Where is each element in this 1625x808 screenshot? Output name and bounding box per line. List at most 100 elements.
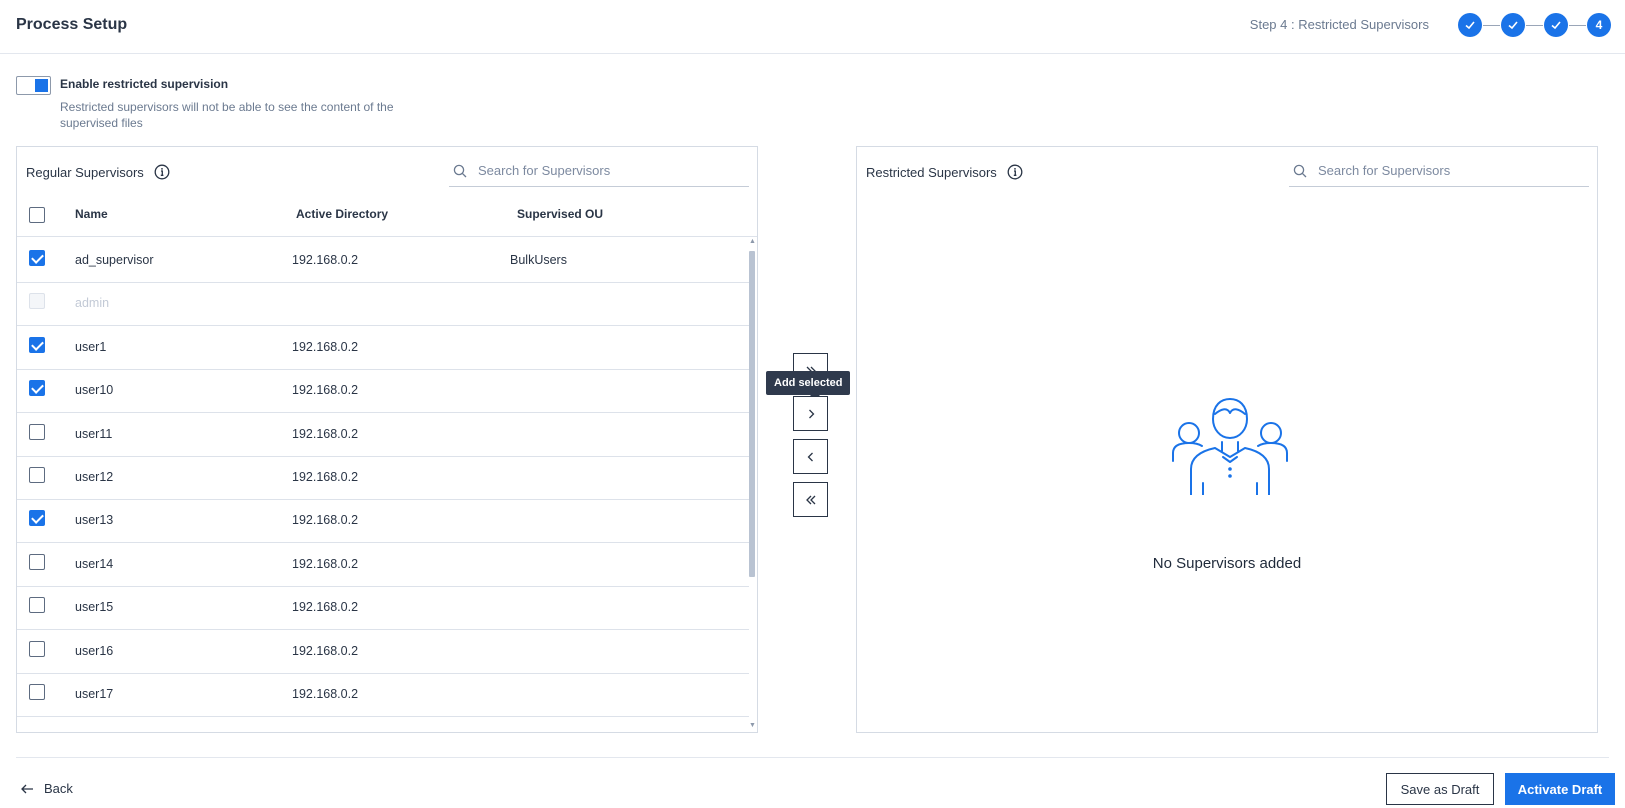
chevron-right-icon <box>808 409 814 418</box>
column-supervised-ou: Supervised OU <box>517 207 604 221</box>
row-name: ad_supervisor <box>75 253 154 267</box>
row-name: user1 <box>75 339 107 354</box>
chevron-left-icon <box>807 452 813 461</box>
restricted-search-input[interactable] <box>1318 163 1568 178</box>
info-icon[interactable] <box>1007 164 1023 180</box>
row-active-directory: 192.168.0.2 <box>292 513 359 528</box>
table-row[interactable]: user15 192.168.0.2 <box>17 585 749 631</box>
scroll-down-arrow[interactable]: ▼ <box>749 722 756 729</box>
row-active-directory: 192.168.0.2 <box>292 600 359 615</box>
search-icon <box>453 164 467 177</box>
row-active-directory: 192.168.0.2 <box>292 687 359 701</box>
add-selected-tooltip: Add selected <box>766 371 851 400</box>
step-label: Step 4 : Restricted Supervisors <box>1249 17 1429 32</box>
table-row[interactable]: ad_supervisor 192.168.0.2 BulkUsers <box>17 238 749 283</box>
table-header: Name Active Directory Supervised OU <box>17 193 757 237</box>
page-title: Process Setup <box>16 16 128 33</box>
page-header: Process Setup Step 4 : Restricted Superv… <box>0 0 1625 54</box>
toggle-title: Enable restricted supervision <box>60 77 229 91</box>
row-checkbox[interactable] <box>29 510 45 527</box>
row-active-directory: 192.168.0.2 <box>292 426 359 441</box>
step-3-done[interactable] <box>1544 13 1568 37</box>
row-checkbox <box>29 293 45 310</box>
table-row: admin <box>17 281 749 327</box>
check-icon <box>1508 21 1518 30</box>
select-all-checkbox[interactable] <box>29 207 45 223</box>
row-active-directory: 192.168.0.2 <box>292 643 359 658</box>
panel-title: Regular Supervisors <box>26 164 170 180</box>
row-name: user10 <box>75 383 114 398</box>
scrollbar-thumb[interactable] <box>749 251 755 577</box>
row-checkbox[interactable] <box>29 380 45 397</box>
row-name: user12 <box>75 470 114 484</box>
save-as-draft-button[interactable]: Save as Draft <box>1386 773 1494 805</box>
restricted-search <box>1289 155 1589 187</box>
step-connector <box>1483 24 1500 26</box>
regular-supervisors-title: Regular Supervisors <box>26 164 144 180</box>
row-name: user13 <box>75 513 114 528</box>
row-active-directory: 192.168.0.2 <box>292 253 359 267</box>
restricted-supervision-toggle[interactable] <box>16 76 51 95</box>
activate-draft-button[interactable]: Activate Draft <box>1505 773 1615 805</box>
row-active-directory: 192.168.0.2 <box>292 556 359 571</box>
search-icon <box>1293 164 1307 177</box>
row-name: user11 <box>75 426 113 441</box>
step-1-done[interactable] <box>1458 13 1482 37</box>
row-active-directory: 192.168.0.2 <box>292 383 359 398</box>
toggle-description: Restricted supervisors will not be able … <box>60 100 394 130</box>
table-row[interactable]: user17 192.168.0.2 <box>17 672 749 717</box>
table-row[interactable]: user1 192.168.0.2 <box>17 325 749 370</box>
remove-all-button[interactable] <box>793 482 828 517</box>
column-name: Name <box>75 207 108 221</box>
remove-selected-button[interactable] <box>793 439 828 474</box>
info-icon[interactable] <box>154 164 170 180</box>
row-checkbox[interactable] <box>29 336 45 353</box>
row-name: user14 <box>75 556 114 571</box>
add-selected-button[interactable] <box>793 396 828 431</box>
restricted-supervisors-title: Restricted Supervisors <box>866 164 997 180</box>
row-checkbox[interactable] <box>29 423 45 440</box>
back-label: Back <box>44 781 73 796</box>
row-supervised-ou: BulkUsers <box>510 253 567 267</box>
check-icon <box>1551 21 1561 30</box>
row-active-directory: 192.168.0.2 <box>292 339 359 354</box>
double-chevron-left-icon <box>805 495 815 504</box>
restricted-supervisors-panel: Restricted Supervisors No Supervisors ad… <box>856 146 1598 733</box>
stepper: 4 <box>1458 13 1611 37</box>
table-row[interactable]: user14 192.168.0.2 <box>17 542 749 587</box>
step-connector <box>1569 24 1586 26</box>
row-active-directory: 192.168.0.2 <box>292 470 359 484</box>
step-2-done[interactable] <box>1501 13 1525 37</box>
check-icon <box>1465 21 1475 30</box>
users-group-icon <box>1172 398 1288 495</box>
table-row[interactable]: user13 192.168.0.2 <box>17 498 749 544</box>
table-row[interactable]: user12 192.168.0.2 <box>17 455 749 500</box>
arrow-left-icon <box>21 784 33 793</box>
step-4-current[interactable]: 4 <box>1587 13 1611 37</box>
step-connector <box>1526 24 1543 26</box>
regular-supervisors-panel: Regular Supervisors Name Active Director… <box>16 146 758 733</box>
row-checkbox[interactable] <box>29 684 45 700</box>
column-active-directory: Active Directory <box>296 207 389 221</box>
toggle-knob <box>35 79 48 92</box>
regular-search-input[interactable] <box>478 163 728 178</box>
panel-title: Restricted Supervisors <box>866 164 1023 180</box>
row-checkbox[interactable] <box>29 250 45 266</box>
empty-state-text: No Supervisors added <box>1152 555 1302 572</box>
table-row[interactable]: user16 192.168.0.2 <box>17 629 749 674</box>
regular-search <box>449 155 749 187</box>
scroll-up-arrow[interactable]: ▲ <box>749 238 756 245</box>
row-checkbox[interactable] <box>29 467 45 483</box>
table-row[interactable]: user11 192.168.0.2 <box>17 412 749 457</box>
table-row[interactable]: user10 192.168.0.2 <box>17 368 749 414</box>
row-name: user16 <box>75 643 114 658</box>
row-name: user15 <box>75 600 114 615</box>
row-checkbox[interactable] <box>29 597 45 614</box>
supervisor-table-body: ad_supervisor 192.168.0.2 BulkUsers admin us… <box>17 238 757 726</box>
row-checkbox[interactable] <box>29 640 45 657</box>
footer-divider <box>16 757 1609 758</box>
row-checkbox[interactable] <box>29 553 45 570</box>
back-button[interactable]: Back <box>20 781 73 796</box>
row-name: user17 <box>75 687 114 701</box>
row-name: admin <box>75 296 110 311</box>
